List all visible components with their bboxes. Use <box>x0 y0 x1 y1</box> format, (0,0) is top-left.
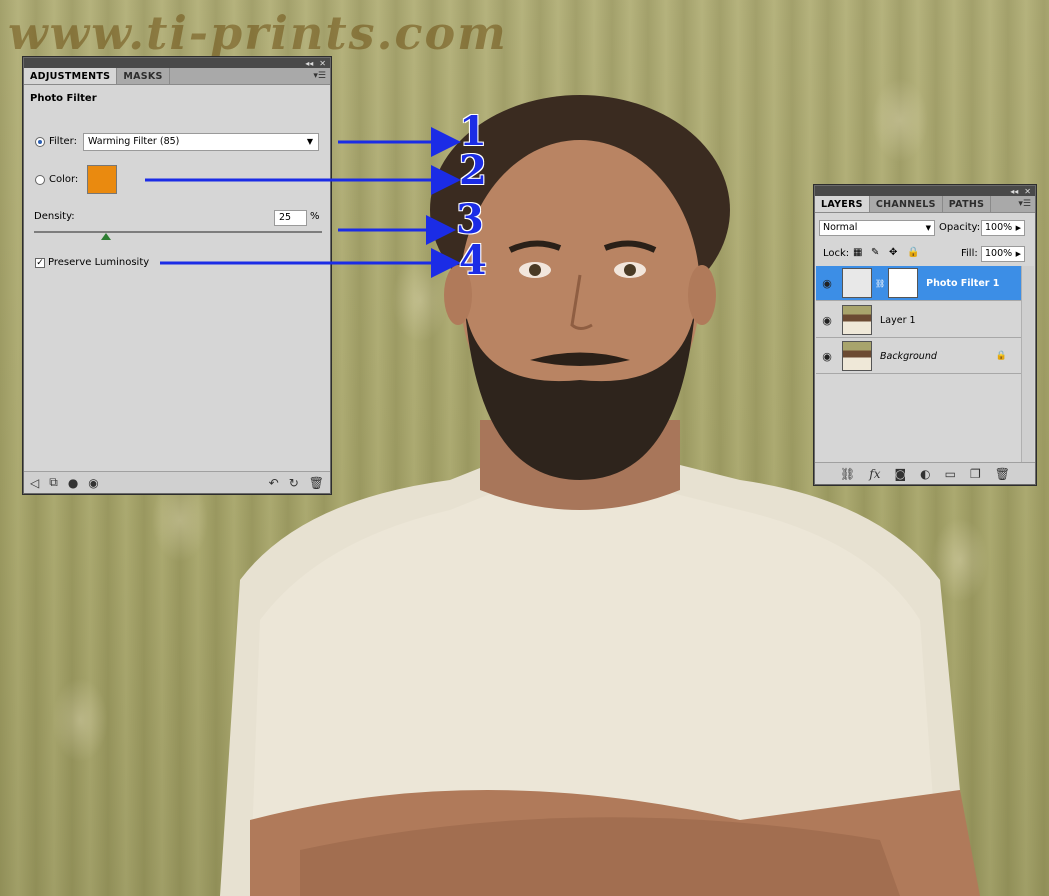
trash-icon[interactable]: 🗑 <box>309 476 324 490</box>
panel-titlebar: ◂◂ ✕ <box>24 58 330 68</box>
visibility-eye-icon[interactable]: ◉ <box>88 476 98 490</box>
layer-style-fx-icon[interactable]: fx <box>869 467 880 481</box>
adjustments-tabs: ADJUSTMENTS MASKS ▾☰ <box>24 68 330 85</box>
preserve-luminosity-label: Preserve Luminosity <box>48 257 150 268</box>
layers-scrollbar[interactable] <box>1021 266 1034 462</box>
clip-layer-icon[interactable]: ● <box>68 476 78 490</box>
collapse-icon[interactable]: ◂◂ <box>305 59 313 68</box>
opacity-input[interactable]: 100% ▶ <box>981 220 1025 236</box>
watermark-text: www.ti-prints.com <box>8 6 508 60</box>
adjustments-footer: ◁ ⧉ ● ◉ ↶ ↻ 🗑 <box>24 471 330 493</box>
annotation-number-2: 2 <box>459 147 487 194</box>
layer-name: Photo Filter 1 <box>926 277 1000 289</box>
lock-icon: 🔒 <box>995 351 1007 361</box>
panel-titlebar: ◂◂ ✕ <box>815 186 1035 196</box>
close-icon[interactable]: ✕ <box>1024 187 1031 196</box>
lock-position-icon[interactable]: ✥ <box>889 247 897 258</box>
adjustment-layer-icon <box>842 268 872 298</box>
blend-mode-value: Normal <box>823 222 858 233</box>
opacity-value: 100% <box>985 222 1013 233</box>
layer-name: Layer 1 <box>880 314 916 326</box>
reset-icon[interactable]: ↻ <box>289 476 299 490</box>
density-slider-track[interactable] <box>34 231 322 233</box>
expand-view-icon[interactable]: ⧉ <box>49 475 58 490</box>
density-input[interactable]: 25 <box>274 210 307 226</box>
trash-icon[interactable]: 🗑 <box>995 467 1010 481</box>
layer-row-background[interactable]: ◉ Background 🔒 <box>816 339 1021 374</box>
panel-menu-icon[interactable]: ▾☰ <box>313 71 326 81</box>
tab-adjustments[interactable]: ADJUSTMENTS <box>24 68 118 84</box>
preserve-luminosity-checkbox[interactable]: ✓ <box>35 258 45 268</box>
layer-thumbnail <box>842 305 872 335</box>
tab-masks[interactable]: MASKS <box>117 68 170 84</box>
visibility-eye-icon[interactable]: ◉ <box>816 277 838 290</box>
visibility-eye-icon[interactable]: ◉ <box>816 314 838 327</box>
back-arrow-icon[interactable]: ◁ <box>30 476 39 490</box>
density-slider-thumb[interactable] <box>101 233 111 240</box>
adjustment-layer-icon[interactable]: ◐ <box>920 467 930 481</box>
tab-channels[interactable]: CHANNELS <box>870 196 943 212</box>
tab-paths[interactable]: PATHS <box>943 196 992 212</box>
new-group-icon[interactable]: ▭ <box>945 467 956 481</box>
chevron-right-icon: ▶ <box>1015 250 1021 258</box>
annotation-number-4: 4 <box>459 237 487 284</box>
adjustment-title: Photo Filter <box>30 93 97 104</box>
density-unit: % <box>310 211 320 222</box>
chevron-right-icon: ▶ <box>1015 224 1021 232</box>
add-mask-icon[interactable]: ◙ <box>894 467 906 481</box>
panel-menu-icon[interactable]: ▾☰ <box>1018 199 1031 209</box>
fill-input[interactable]: 100% ▶ <box>981 246 1025 262</box>
opacity-label: Opacity: <box>939 222 981 233</box>
layer-row-photo-filter[interactable]: ◉ ⛓ Photo Filter 1 <box>816 266 1021 301</box>
chevron-down-icon: ▼ <box>306 137 313 146</box>
close-icon[interactable]: ✕ <box>319 59 326 68</box>
collapse-icon[interactable]: ◂◂ <box>1010 187 1018 196</box>
layer-name: Background <box>880 350 937 362</box>
color-swatch[interactable] <box>87 165 117 194</box>
fill-value: 100% <box>985 248 1013 259</box>
lock-label: Lock: <box>823 248 850 259</box>
density-label: Density: <box>34 211 75 222</box>
filter-value: Warming Filter (85) <box>88 136 180 147</box>
filter-radio[interactable] <box>35 137 45 147</box>
visibility-eye-icon[interactable]: ◉ <box>816 350 838 363</box>
color-radio[interactable] <box>35 175 45 185</box>
layers-tabs: LAYERS CHANNELS PATHS ▾☰ <box>815 196 1035 213</box>
layer-row-layer-1[interactable]: ◉ Layer 1 <box>816 303 1021 338</box>
fill-label: Fill: <box>961 248 978 259</box>
color-label: Color: <box>49 174 79 185</box>
tab-layers[interactable]: LAYERS <box>815 196 870 212</box>
view-previous-icon[interactable]: ↶ <box>269 476 279 490</box>
layer-mask-thumbnail[interactable] <box>888 268 919 298</box>
lock-transparency-icon[interactable]: ▦ <box>853 247 862 258</box>
new-layer-icon[interactable]: ❐ <box>970 467 981 481</box>
layers-panel: ◂◂ ✕ LAYERS CHANNELS PATHS ▾☰ Normal ▼ O… <box>814 185 1036 485</box>
annotation-number-3: 3 <box>456 196 484 243</box>
layer-thumbnail <box>842 341 872 371</box>
link-chain-icon[interactable]: ⛓ <box>875 279 885 288</box>
lock-pixels-icon[interactable]: ✎ <box>871 247 879 258</box>
filter-label: Filter: <box>49 136 77 147</box>
filter-dropdown[interactable]: Warming Filter (85) ▼ <box>83 133 319 151</box>
layers-footer: ⛓ fx ◙ ◐ ▭ ❐ 🗑 <box>815 462 1035 484</box>
chevron-down-icon: ▼ <box>925 224 931 232</box>
link-layers-icon[interactable]: ⛓ <box>840 467 855 481</box>
adjustments-panel: ◂◂ ✕ ADJUSTMENTS MASKS ▾☰ Photo Filter F… <box>23 57 331 494</box>
lock-all-icon[interactable]: 🔒 <box>907 247 919 258</box>
blend-mode-dropdown[interactable]: Normal ▼ <box>819 220 935 236</box>
